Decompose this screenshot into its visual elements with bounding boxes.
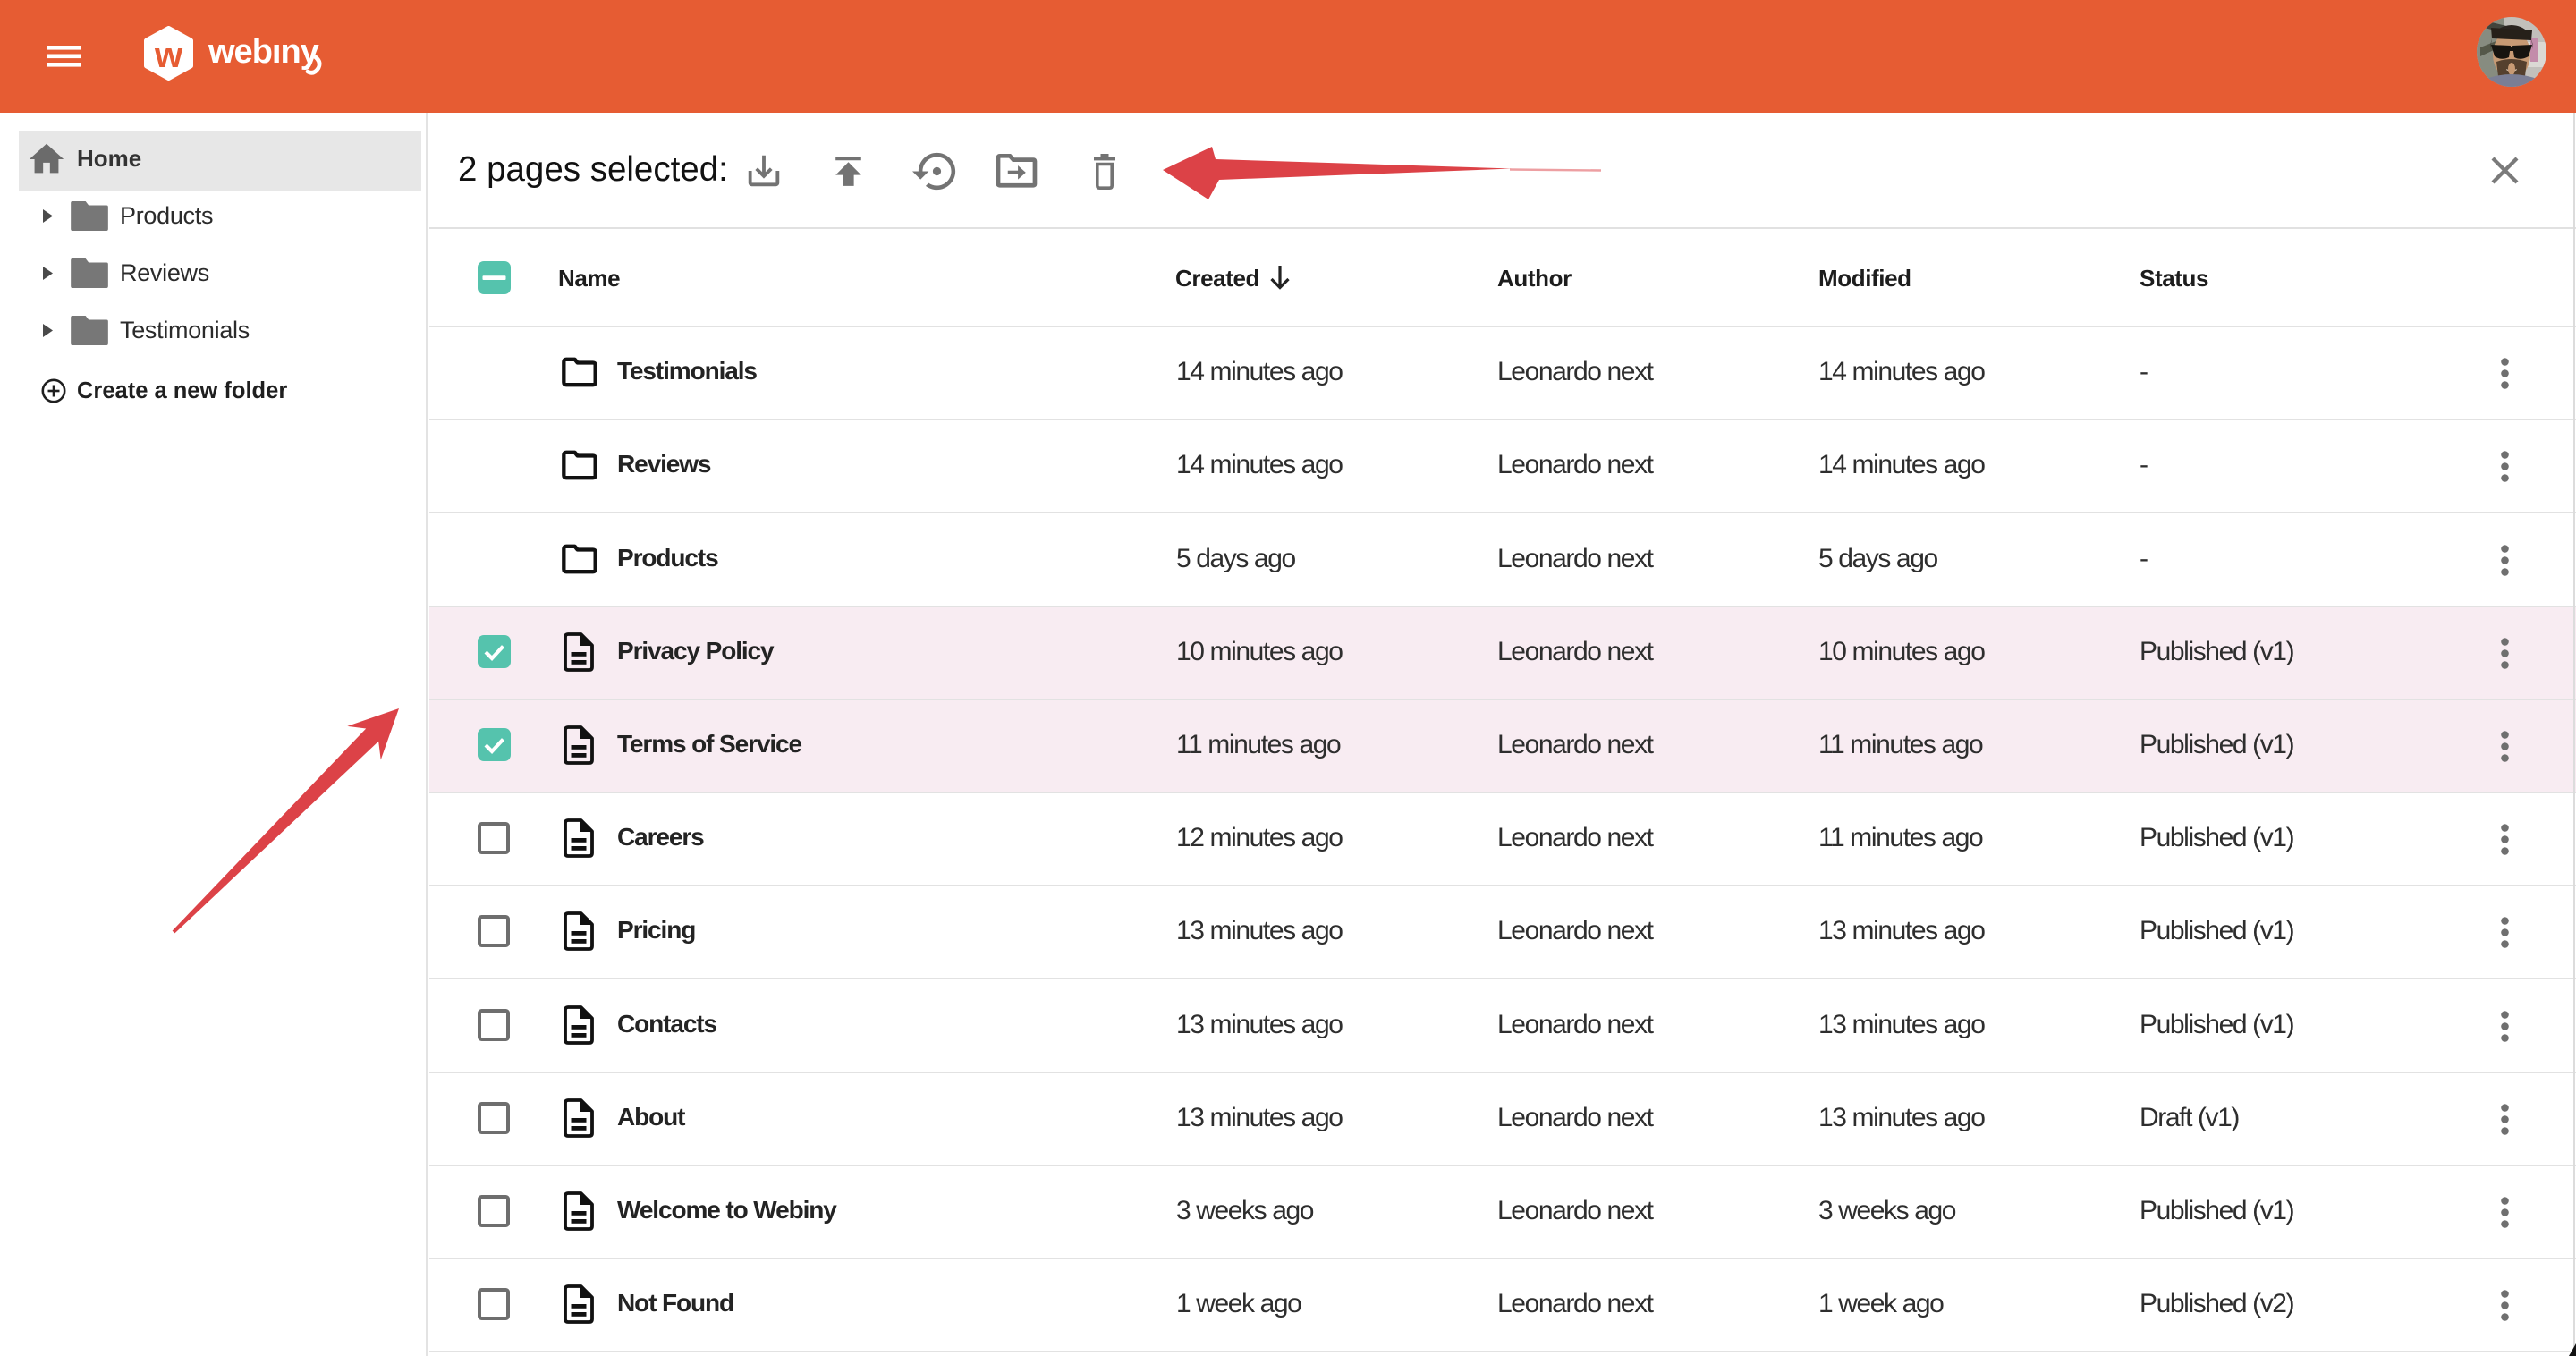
- svg-text:w: w: [154, 36, 183, 75]
